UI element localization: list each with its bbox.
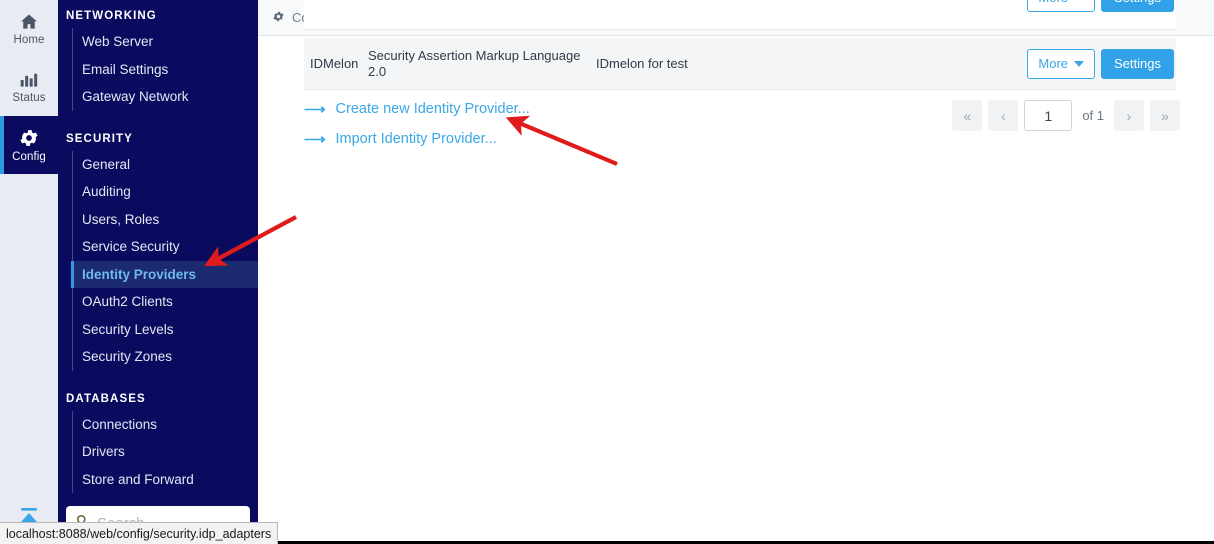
more-button-label: More xyxy=(1038,56,1069,71)
rail-item-config-label: Config xyxy=(12,151,46,163)
sidebar-section-networking-title: NETWORKING xyxy=(66,10,157,22)
settings-button[interactable]: Settings xyxy=(1101,48,1174,79)
rail-item-home-label: Home xyxy=(13,34,45,46)
sidebar-item-identity-providers[interactable]: Identity Providers xyxy=(71,260,259,289)
sidebar-item-users-roles[interactable]: Users, Roles xyxy=(72,206,258,234)
sidebar-section-security-items: General Auditing Users, Roles Service Se… xyxy=(71,150,259,371)
rail-item-config[interactable]: Config xyxy=(0,116,58,174)
table-row-partial-description: Source Profile named 'default'. xyxy=(604,0,780,1)
table-cell-description: IDmelon for test xyxy=(596,56,688,71)
sidebar-item-web-server[interactable]: Web Server xyxy=(72,28,258,56)
rail-spacer xyxy=(0,174,58,492)
more-button[interactable]: More xyxy=(1027,0,1096,12)
app-window: Home Status Config NETWORKING Web Server… xyxy=(0,0,1214,544)
table-row-partial-actions: More Settings xyxy=(1027,0,1174,12)
settings-button-label: Settings xyxy=(1114,56,1161,71)
sidebar-nav: NETWORKING Web Server Email Settings Gat… xyxy=(58,0,259,544)
more-button-label: More xyxy=(1038,0,1068,5)
import-identity-provider-link[interactable]: ⟶ Import Identity Provider... xyxy=(304,130,530,148)
table-cell-actions: More Settings xyxy=(1027,48,1176,79)
sidebar-section-security-title: SECURITY xyxy=(66,132,133,145)
pagination-first-button[interactable]: « xyxy=(952,100,983,131)
identity-providers-panel: Source Profile named 'default'. More Set… xyxy=(258,0,1214,544)
pagination-last-button[interactable]: » xyxy=(1150,100,1180,131)
create-new-identity-provider-link[interactable]: ⟶ Create new Identity Provider... xyxy=(304,100,530,118)
bar-chart-icon xyxy=(19,70,39,90)
sidebar-item-security-levels[interactable]: Security Levels xyxy=(72,316,258,344)
arrow-right-icon: ⟶ xyxy=(304,131,326,148)
table-cell-type: Security Assertion Markup Language 2.0 xyxy=(368,47,581,79)
sidebar-item-service-security[interactable]: Service Security xyxy=(72,233,258,261)
arrow-right-icon: ⟶ xyxy=(304,101,326,118)
home-icon xyxy=(19,12,39,32)
status-bar-url-text: localhost:8088/web/config/security.idp_a… xyxy=(6,526,272,541)
icon-rail: Home Status Config xyxy=(0,0,58,544)
sidebar-item-auditing[interactable]: Auditing xyxy=(72,178,258,206)
pagination-prev-button[interactable]: ‹ xyxy=(988,100,1019,131)
pagination-next-button[interactable]: › xyxy=(1114,100,1144,131)
sidebar-item-connections[interactable]: Connections xyxy=(72,411,258,439)
sidebar-item-drivers[interactable]: Drivers xyxy=(72,438,258,466)
pagination-page-input[interactable] xyxy=(1024,100,1073,131)
rail-item-home[interactable]: Home xyxy=(0,0,58,58)
main-content: Config › Security › Identity Providers S… xyxy=(258,0,1214,544)
sidebar-gap-2 xyxy=(58,371,258,385)
create-new-identity-provider-label: Create new Identity Provider... xyxy=(335,101,530,117)
import-identity-provider-label: Import Identity Provider... xyxy=(335,131,497,147)
sidebar-gap-1 xyxy=(58,111,258,125)
more-button[interactable]: More xyxy=(1027,48,1096,79)
sidebar-section-databases-title: DATABASES xyxy=(66,392,146,405)
settings-button-label: Settings xyxy=(1114,0,1161,5)
sidebar-item-gateway-network[interactable]: Gateway Network xyxy=(72,83,258,111)
table-row-partial: Source Profile named 'default'. More Set… xyxy=(304,0,1176,30)
pagination-total-label: of 1 xyxy=(1082,108,1104,123)
gear-icon xyxy=(18,127,40,149)
pagination: « ‹ of 1 › » xyxy=(952,100,1180,131)
sidebar-item-email-settings[interactable]: Email Settings xyxy=(72,56,258,84)
sidebar-item-oauth2-clients[interactable]: OAuth2 Clients xyxy=(72,288,258,316)
action-links: ⟶ Create new Identity Provider... ⟶ Impo… xyxy=(304,100,530,160)
sidebar-item-security-zones[interactable]: Security Zones xyxy=(72,343,258,371)
sidebar-section-databases-items: Connections Drivers Store and Forward xyxy=(72,410,258,494)
sidebar-item-general[interactable]: General xyxy=(72,151,258,179)
sidebar-item-store-and-forward[interactable]: Store and Forward xyxy=(72,466,258,494)
table-row: IDMelon Security Assertion Markup Langua… xyxy=(304,38,1176,90)
chevron-down-icon xyxy=(1074,60,1085,67)
settings-button[interactable]: Settings xyxy=(1101,0,1174,12)
rail-item-status-label: Status xyxy=(12,92,46,104)
status-bar-url: localhost:8088/web/config/security.idp_a… xyxy=(0,522,279,544)
table-cell-name: IDMelon xyxy=(310,56,359,71)
rail-item-status[interactable]: Status xyxy=(0,58,58,116)
sidebar-section-networking-items: Web Server Email Settings Gateway Networ… xyxy=(72,28,258,111)
